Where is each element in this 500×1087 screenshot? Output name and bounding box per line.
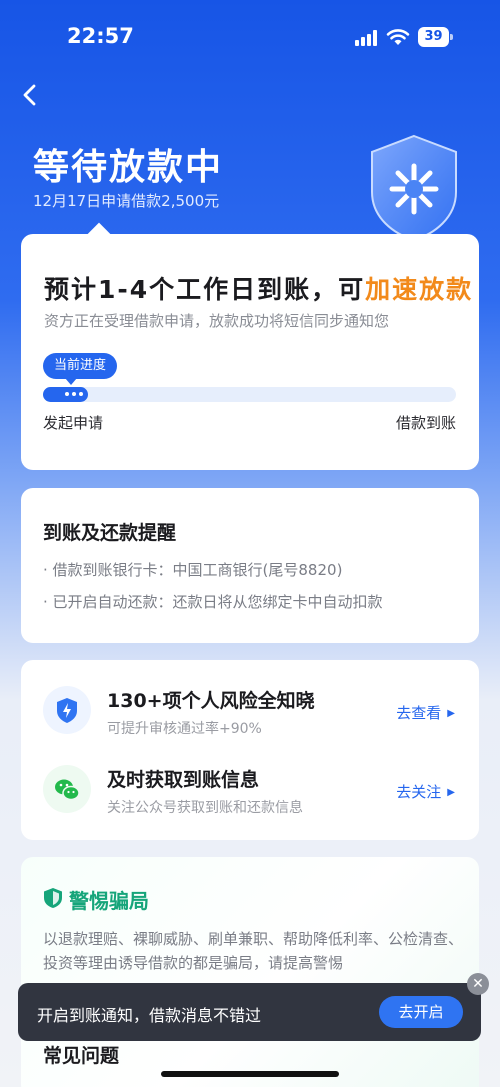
enable-notification-button[interactable]: 去开启	[379, 996, 463, 1028]
speed-up-link[interactable]: 加速放款	[365, 275, 473, 304]
progress-bar	[43, 387, 456, 402]
home-indicator	[161, 1071, 339, 1077]
wechat-icon	[43, 765, 91, 813]
current-progress-badge: 当前进度	[43, 353, 118, 385]
back-chevron-icon[interactable]	[20, 84, 40, 106]
toast-message: 开启到账通知，借款消息不错过	[37, 1006, 262, 1025]
signal-icon	[355, 30, 377, 46]
anti-fraud-title: 警惕骗局	[69, 889, 149, 913]
bank-card-info: · 借款到账银行卡：中国工商银行(尾号8820)	[43, 561, 343, 579]
status-time: 22:57	[67, 24, 134, 48]
notification-toast: 开启到账通知，借款消息不错过 去开启	[18, 983, 481, 1041]
safe-shield-icon	[44, 888, 62, 908]
reminder-title: 到账及还款提醒	[43, 522, 177, 544]
wechat-follow-title: 及时获取到账信息	[107, 769, 260, 791]
page-title: 等待放款中	[33, 147, 224, 188]
shield-logo-icon	[371, 134, 457, 242]
risk-check-subtitle: 可提升审核通过率+90%	[107, 721, 262, 737]
progress-fill	[43, 387, 89, 402]
faq-title: 常见问题	[43, 1045, 120, 1067]
shield-bolt-icon	[43, 686, 91, 734]
reminder-card: 到账及还款提醒 · 借款到账银行卡：中国工商银行(尾号8820) · 已开启自动…	[21, 488, 479, 643]
auto-repay-info: · 已开启自动还款：还款日将从您绑定卡中自动扣款	[43, 593, 383, 611]
risk-check-link[interactable]: 去查看 ▶	[396, 702, 455, 723]
wechat-follow-link[interactable]: 去关注 ▶	[396, 781, 455, 802]
battery-level: 39	[418, 27, 449, 47]
service-card: 130+项个人风险全知晓 可提升审核通过率+90% 去查看 ▶ 及时获取到账信息 …	[21, 660, 479, 840]
battery-icon: 39	[418, 27, 454, 47]
anti-fraud-text: 以退款理赔、裸聊威胁、刷单兼职、帮助降低利率、公检清查、投资等理由诱导借款的都是…	[43, 930, 464, 972]
progress-card: 预计1-4个工作日到账，可加速放款 资方正在受理借款申请，放款成功将短信同步通知…	[21, 222, 479, 470]
status-bar: 22:57 39	[0, 0, 500, 70]
loan-summary: 12月17日申请借款2,500元	[33, 192, 220, 210]
arrival-estimate: 预计1-4个工作日到账，可加速放款	[44, 270, 473, 306]
progress-description: 资方正在受理借款申请，放款成功将短信同步通知您	[44, 312, 390, 330]
stage-end-label: 借款到账	[395, 414, 456, 432]
close-icon[interactable]: ✕	[467, 973, 489, 995]
wifi-icon	[386, 29, 410, 45]
risk-check-title: 130+项个人风险全知晓	[107, 690, 315, 712]
stage-start-label: 发起申请	[43, 414, 104, 432]
arrival-estimate-text: 预计1-4个工作日到账，可	[44, 275, 366, 304]
wechat-follow-subtitle: 关注公众号获取到账和还款信息	[107, 800, 303, 816]
